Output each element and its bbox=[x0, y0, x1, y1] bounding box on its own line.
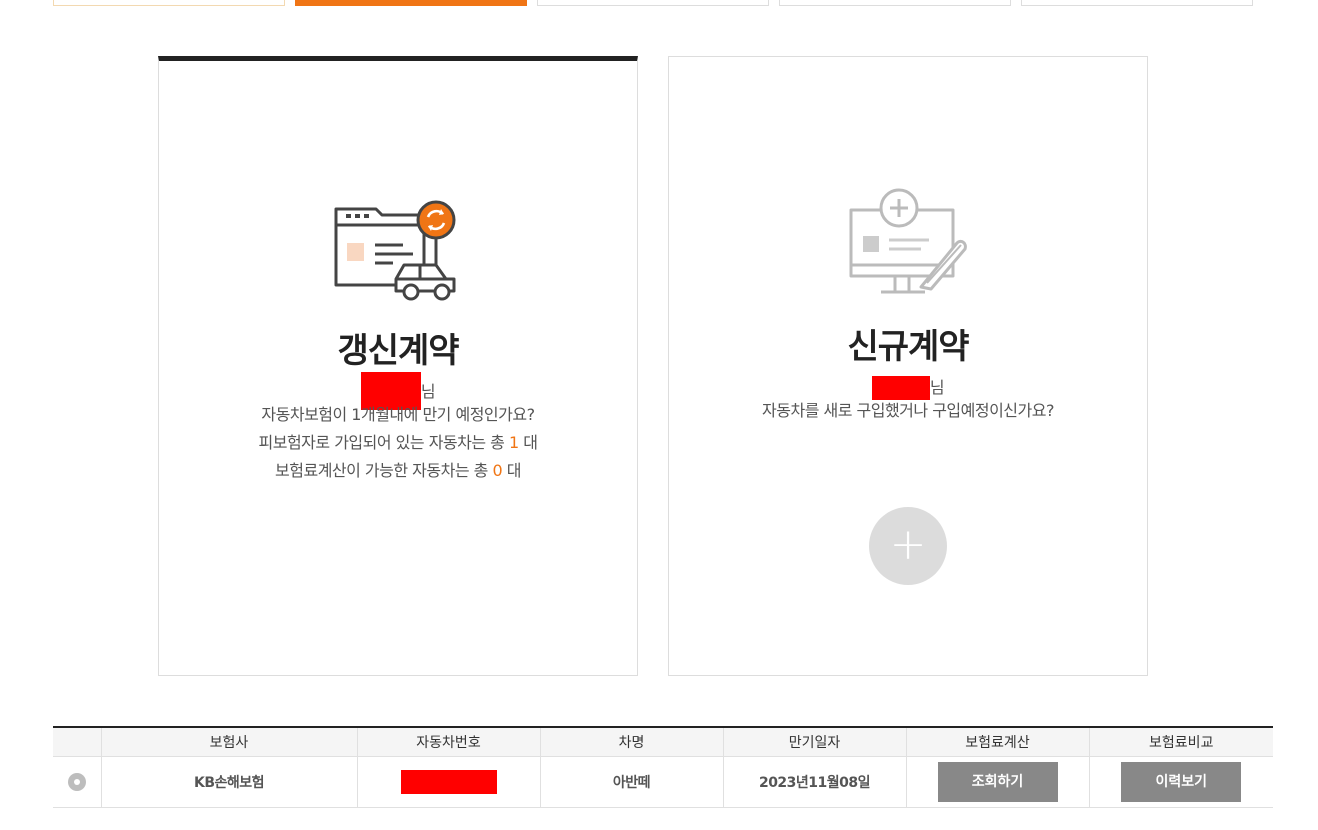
renewal-contract-card[interactable]: 갱신계약 님 자동차보험이 1개월내에 만기 예정인가요? 피보험자로 가입되어… bbox=[158, 56, 638, 676]
redacted-car-number bbox=[400, 769, 497, 794]
col-premium-calc: 보험료계산 bbox=[905, 727, 1089, 757]
tab-2-active[interactable] bbox=[295, 0, 527, 6]
new-contract-card[interactable]: 신규계약 님 자동차를 새로 구입했거나 구입예정이신가요? + bbox=[668, 56, 1148, 676]
new-contract-title: 신규계약 bbox=[847, 327, 969, 367]
insured-count-value: 1 bbox=[508, 433, 519, 452]
calculable-count-value: 0 bbox=[492, 461, 503, 480]
car-name-cell: 아반떼 bbox=[539, 756, 723, 808]
renewal-title: 갱신계약 bbox=[337, 331, 459, 371]
new-contract-description: 님 자동차를 새로 구입했거나 구입예정이신가요? bbox=[669, 369, 1147, 425]
tab-4[interactable] bbox=[779, 0, 1011, 6]
car-number-cell bbox=[356, 756, 540, 808]
history-button[interactable]: 이력보기 bbox=[1121, 761, 1242, 802]
col-car-name: 차명 bbox=[539, 727, 723, 757]
row-select-radio[interactable] bbox=[67, 772, 86, 791]
table-header-row: 보험사 자동차번호 차명 만기일자 보험료계산 보험료비교 bbox=[53, 727, 1273, 757]
premium-compare-cell: 이력보기 bbox=[1088, 756, 1273, 808]
col-select bbox=[53, 727, 101, 757]
table-row: KB손해보험 아반떼 2023년11월08일 조회하기 이력보기 bbox=[53, 756, 1273, 808]
renewal-car-document-icon bbox=[159, 199, 637, 319]
inquiry-button[interactable]: 조회하기 bbox=[937, 761, 1058, 802]
add-new-contract-button[interactable]: + bbox=[869, 507, 947, 585]
customer-name-row: 님 bbox=[159, 372, 637, 410]
col-expiry-date: 만기일자 bbox=[722, 727, 906, 757]
tab-3[interactable] bbox=[537, 0, 769, 6]
new-car-question: 자동차를 새로 구입했거나 구입예정이신가요? bbox=[762, 401, 1054, 420]
insured-car-count: 피보험자로 가입되어 있는 자동차는 총 1 대 bbox=[258, 433, 538, 452]
tab-1[interactable] bbox=[53, 0, 285, 6]
premium-calc-cell: 조회하기 bbox=[905, 756, 1089, 808]
new-document-pen-icon bbox=[669, 187, 1147, 307]
contract-table: 보험사 자동차번호 차명 만기일자 보험료계산 보험료비교 KB손해보험 아반떼… bbox=[53, 726, 1273, 808]
tab-5[interactable] bbox=[1021, 0, 1253, 6]
customer-name-row: 님 bbox=[669, 369, 1147, 400]
renewal-expiry-question: 자동차보험이 1개월내에 만기 예정인가요? bbox=[261, 405, 535, 424]
col-premium-compare: 보험료비교 bbox=[1088, 727, 1273, 757]
renewal-description: 님 자동차보험이 1개월내에 만기 예정인가요? 피보험자로 가입되어 있는 자… bbox=[159, 372, 637, 485]
expiry-date-cell: 2023년11월08일 bbox=[722, 756, 906, 808]
col-car-number: 자동차번호 bbox=[356, 727, 540, 757]
calculable-car-count: 보험료계산이 가능한 자동차는 총 0 대 bbox=[275, 461, 521, 480]
insurer-cell: KB손해보험 bbox=[100, 756, 357, 808]
col-insurer: 보험사 bbox=[100, 727, 357, 757]
